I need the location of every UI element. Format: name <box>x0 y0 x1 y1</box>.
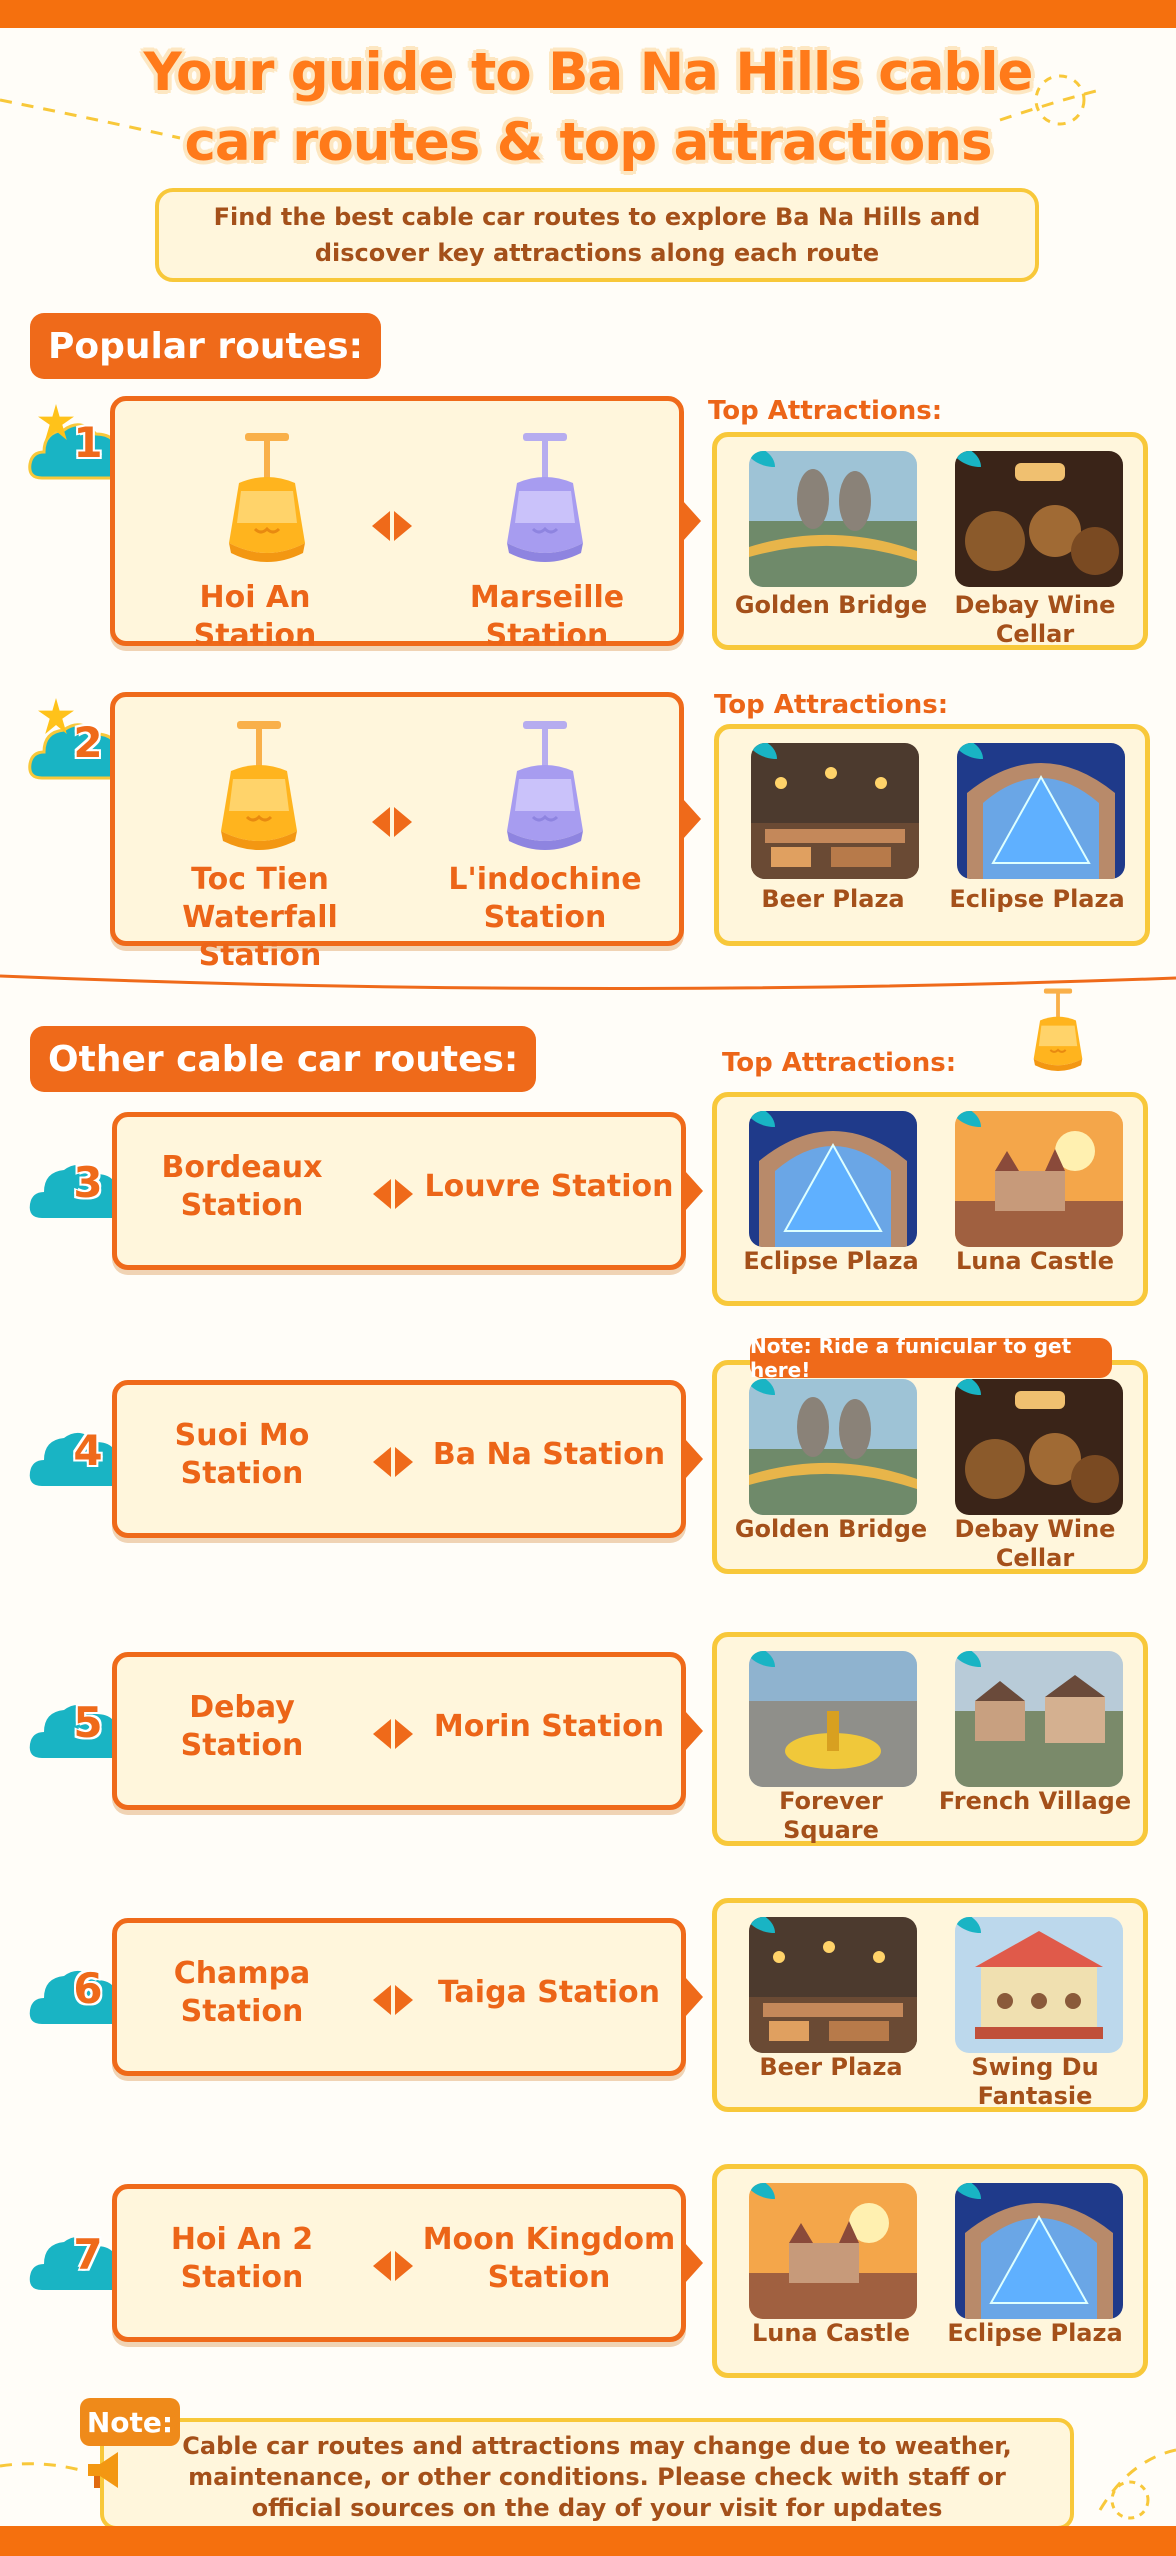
bottom-bar <box>0 2526 1176 2556</box>
route-4-box: Suoi Mo Station Ba Na Station <box>112 1380 703 1538</box>
route-number: 5 <box>73 1698 103 1747</box>
route-6-attractions: Beer Plaza Swing Du Fantasie <box>712 1898 1148 2112</box>
beer-plaza-photo <box>749 1917 917 2053</box>
route-1-from: Hoi An Station <box>193 580 317 653</box>
double-arrow-icon <box>371 1445 415 1479</box>
eclipse-plaza-photo <box>957 743 1125 879</box>
attraction-caption: Golden Bridge <box>734 591 928 619</box>
top-attractions-label: Top Attractions: <box>714 690 949 720</box>
route-6-to: Taiga Station <box>437 1975 661 2010</box>
gondola-purple-icon <box>493 431 597 571</box>
attraction-caption: Forever Square <box>779 1787 883 1844</box>
top-attractions-label: Top Attractions: <box>722 1048 957 1078</box>
double-arrow-icon <box>371 1717 415 1751</box>
route-5-box: Debay Station Morin Station <box>112 1652 703 1810</box>
route-3-box: Bordeaux Station Louvre Station <box>112 1112 703 1270</box>
double-arrow-icon <box>371 1177 415 1211</box>
golden-bridge-photo <box>749 451 917 587</box>
attraction-caption: Eclipse Plaza <box>949 885 1125 913</box>
attraction-caption: Luna Castle <box>751 2319 911 2347</box>
route-3-attractions: Eclipse Plaza Luna Castle <box>712 1092 1148 1306</box>
route-number: 2 <box>73 718 103 767</box>
attraction-caption: Beer Plaza <box>761 885 905 913</box>
route-number: 3 <box>73 1158 103 1207</box>
footer-note-tag: Note: <box>80 2398 180 2446</box>
other-routes-heading: Other cable car routes: <box>30 1026 537 1092</box>
route-1-attractions: Golden Bridge Debay Wine Cellar <box>712 432 1148 650</box>
gondola-orange-icon <box>207 719 311 859</box>
funicular-note: Note: Ride a funicular to get here! <box>750 1334 1112 1382</box>
section-divider <box>0 974 1176 991</box>
attraction-caption: Beer Plaza <box>759 2053 903 2081</box>
double-arrow-icon <box>371 1983 415 2017</box>
attraction-caption: Luna Castle <box>955 1247 1115 1275</box>
gondola-purple-icon <box>493 719 597 859</box>
route-7-from: Hoi An 2 Station <box>170 2222 314 2295</box>
double-arrow-icon <box>370 805 414 839</box>
route-number: 1 <box>73 418 103 467</box>
golden-bridge-photo <box>749 1379 917 1515</box>
route-2-from: Toc Tien Waterfall Station <box>182 862 338 973</box>
route-4-to: Ba Na Station <box>432 1437 666 1472</box>
route-2-attractions: Beer Plaza Eclipse Plaza <box>714 724 1150 946</box>
route-6-box: Champa Station Taiga Station <box>112 1918 703 2076</box>
double-arrow-icon <box>370 509 414 543</box>
page-title: Your guide to Ba Na Hills cable car rout… <box>143 42 1034 173</box>
route-6-from: Champa Station <box>173 1956 311 2029</box>
route-number: 7 <box>73 2230 103 2279</box>
beer-plaza-photo <box>751 743 919 879</box>
route-7-to: Moon Kingdom Station <box>422 2222 676 2295</box>
wine-cellar-photo <box>955 1379 1123 1515</box>
eclipse-plaza-photo <box>955 2183 1123 2319</box>
top-attractions-label: Top Attractions: <box>708 396 943 426</box>
eclipse-plaza-photo <box>749 1111 917 1247</box>
route-5-to: Morin Station <box>433 1709 665 1744</box>
route-2-to: L'indochine Station <box>448 862 642 935</box>
route-number: 4 <box>73 1426 103 1475</box>
wine-cellar-photo <box>955 451 1123 587</box>
route-7-attractions: Luna Castle Eclipse Plaza <box>712 2164 1148 2378</box>
footer-note-text: Cable car routes and attractions may cha… <box>182 2431 1012 2522</box>
popular-routes-heading: Popular routes: <box>30 313 381 379</box>
route-5-from: Debay Station <box>180 1690 304 1763</box>
subtitle-text: Find the best cable car routes to explor… <box>213 203 981 267</box>
forever-square-photo <box>749 1651 917 1787</box>
gondola-orange-icon <box>215 431 319 571</box>
attraction-caption: Swing Du Fantasie <box>971 2053 1099 2110</box>
luna-castle-photo <box>955 1111 1123 1247</box>
gondola-orange-icon <box>1026 984 1090 1080</box>
attraction-caption: Golden Bridge <box>734 1515 928 1543</box>
route-3-to: Louvre Station <box>424 1169 674 1204</box>
attraction-caption: Eclipse Plaza <box>947 2319 1123 2347</box>
route-4-from: Suoi Mo Station <box>174 1418 310 1491</box>
swing-du-fantasie-photo <box>955 1917 1123 2053</box>
luna-castle-photo <box>749 2183 917 2319</box>
double-arrow-icon <box>371 2249 415 2283</box>
megaphone-icon <box>88 2452 118 2488</box>
footer-note-box: Cable car routes and attractions may cha… <box>100 2418 1074 2530</box>
subtitle-box: Find the best cable car routes to explor… <box>155 188 1039 282</box>
route-5-attractions: Forever Square French Village <box>712 1632 1148 1846</box>
attraction-caption: Debay Wine Cellar <box>954 591 1116 648</box>
route-4-attractions: Golden Bridge Debay Wine Cellar <box>712 1360 1148 1574</box>
attraction-caption: Debay Wine Cellar <box>954 1515 1116 1572</box>
route-3-from: Bordeaux Station <box>161 1150 323 1223</box>
route-number: 6 <box>73 1964 103 2013</box>
french-village-photo <box>955 1651 1123 1787</box>
attraction-caption: Eclipse Plaza <box>743 1247 919 1275</box>
attraction-caption: French Village <box>938 1787 1132 1815</box>
route-7-box: Hoi An 2 Station Moon Kingdom Station <box>112 2184 703 2342</box>
route-1-to: Marseille Station <box>469 580 625 653</box>
route-1-box: Hoi An Station Marseille Station <box>110 396 701 653</box>
top-bar <box>0 0 1176 28</box>
route-2-box: Toc Tien Waterfall Station L'indochine S… <box>110 692 701 973</box>
